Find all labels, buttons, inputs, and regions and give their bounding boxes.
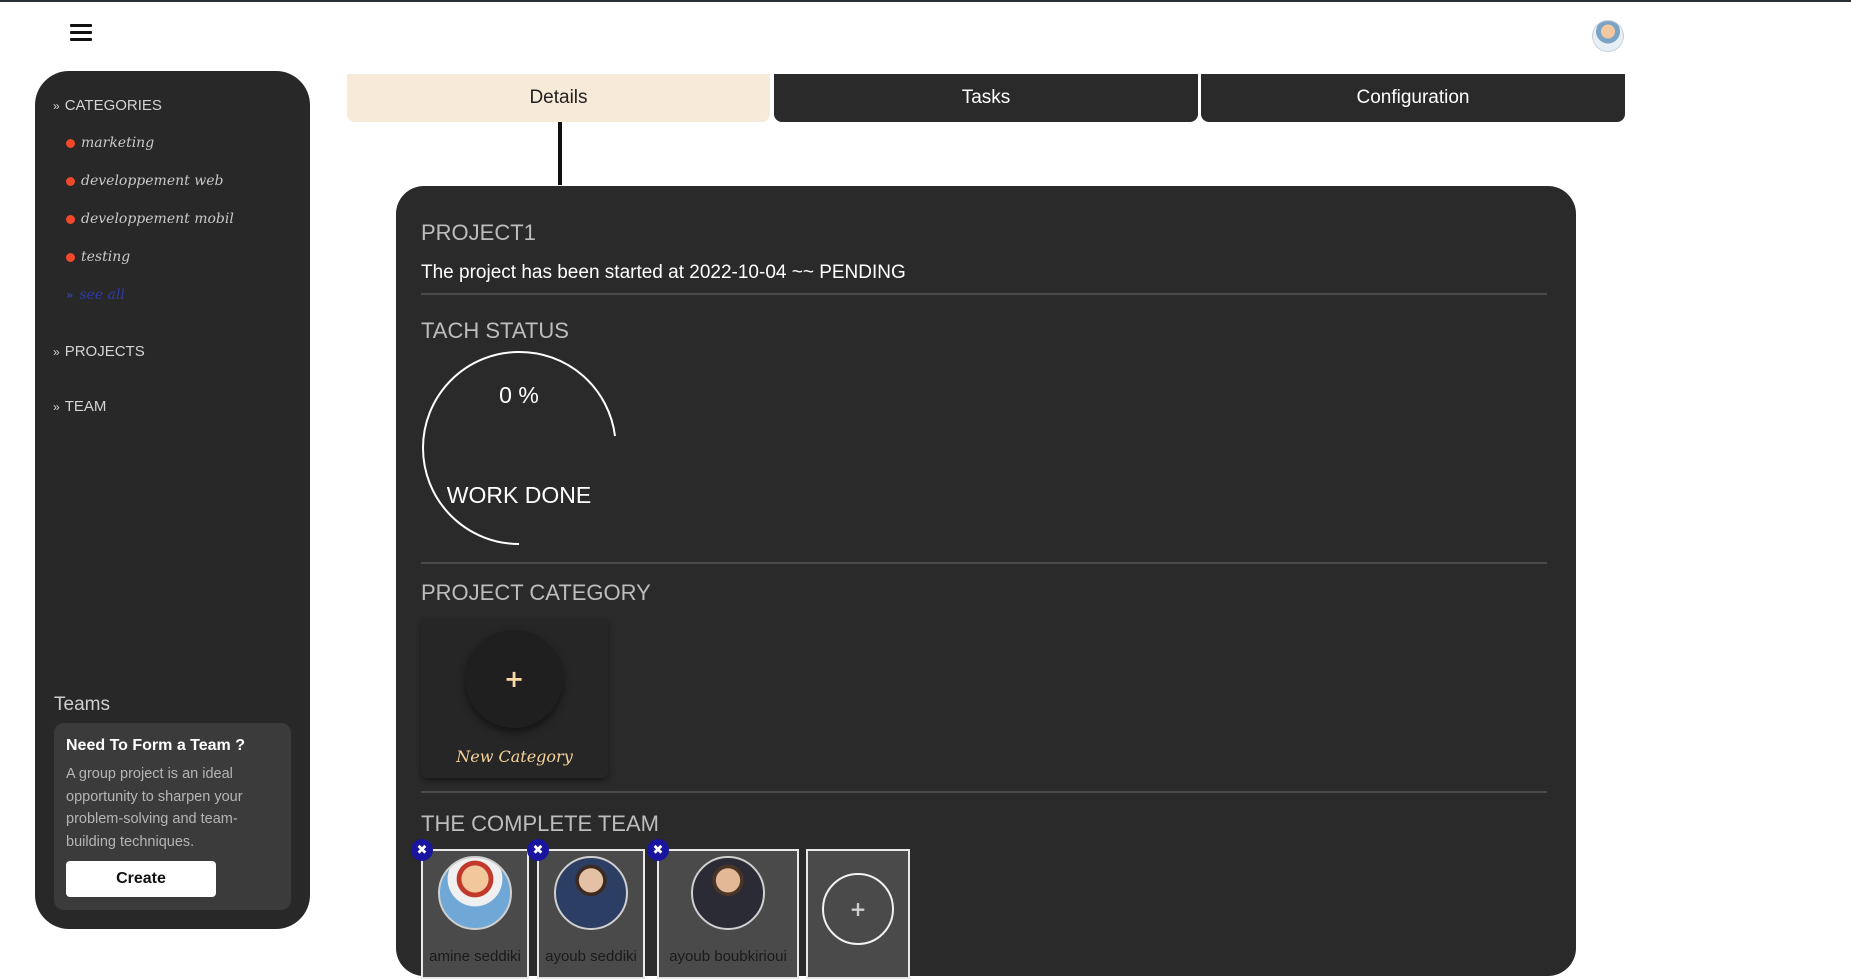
divider (421, 562, 1547, 564)
progress-label: WORK DONE (446, 482, 592, 508)
divider (421, 791, 1547, 793)
new-category-label: New Category (456, 747, 573, 766)
team-member-card[interactable]: ✖ amine seddiki (411, 839, 529, 979)
category-dot-icon (66, 138, 75, 148)
member-name: amine seddiki (429, 948, 521, 965)
category-dot-icon (66, 176, 75, 186)
project-status-line: The project has been started at 2022-10-… (421, 262, 906, 283)
remove-member-icon[interactable]: ✖ (411, 839, 433, 861)
member-avatar (438, 856, 512, 930)
tab-connector (558, 122, 562, 185)
double-chevron-right-icon: » (66, 288, 74, 302)
categories-header[interactable]: » CATEGORIES (53, 97, 162, 114)
remove-member-icon[interactable]: ✖ (647, 839, 669, 861)
add-member-plus-icon[interactable]: + (822, 873, 894, 945)
plus-icon[interactable]: + (465, 630, 563, 728)
sidebar-item-marketing[interactable]: marketing (66, 135, 154, 151)
progress-ring: 0 % WORK DONE (421, 350, 617, 546)
teams-card-text: A group project is an ideal opportunity … (66, 766, 243, 850)
team-section-title: THE COMPLETE TEAM (421, 811, 659, 836)
teams-card: Need To Form a Team ? A group project is… (54, 723, 291, 910)
chevron-down-icon: » (53, 98, 60, 113)
double-chevron-right-icon: » (53, 399, 60, 414)
tab-tasks[interactable]: Tasks (774, 74, 1198, 122)
double-chevron-right-icon: » (53, 344, 60, 359)
divider (421, 293, 1547, 295)
team-header[interactable]: » TEAM (53, 398, 106, 415)
sidebar: » CATEGORIES marketing developpement web… (35, 71, 310, 929)
member-name: ayoub boubkirioui (669, 948, 787, 965)
category-dot-icon (66, 252, 75, 262)
category-dot-icon (66, 214, 75, 224)
team-member-card[interactable]: ✖ ayoub seddiki (527, 839, 645, 979)
category-section-title: PROJECT CATEGORY (421, 580, 651, 605)
teams-title: Teams (54, 694, 110, 715)
team-member-card[interactable]: ✖ ayoub boubkirioui (647, 839, 799, 979)
new-category-card[interactable]: + New Category (421, 618, 608, 778)
progress-percent: 0 % (499, 382, 539, 408)
progress-ring-icon (422, 350, 616, 545)
member-name: ayoub seddiki (545, 948, 637, 965)
add-member-card[interactable]: + (806, 849, 910, 979)
member-avatar (691, 856, 765, 930)
sidebar-item-mobile[interactable]: developpement mobil (66, 211, 234, 227)
status-section-title: TACH STATUS (421, 318, 569, 343)
projects-header[interactable]: » PROJECTS (53, 343, 145, 360)
sidebar-item-testing[interactable]: testing (66, 249, 130, 265)
hamburger-icon[interactable] (70, 24, 92, 42)
tab-configuration[interactable]: Configuration (1201, 74, 1625, 122)
remove-member-icon[interactable]: ✖ (527, 839, 549, 861)
teams-card-heading: Need To Form a Team ? (66, 737, 245, 754)
user-avatar[interactable] (1592, 20, 1624, 52)
create-team-button[interactable]: Create (66, 861, 216, 897)
sidebar-item-web[interactable]: developpement web (66, 173, 223, 189)
project-details-panel: PROJECT1 The project has been started at… (396, 186, 1576, 979)
see-all-link[interactable]: » see all (66, 287, 125, 303)
tab-details[interactable]: Details (347, 74, 770, 122)
member-avatar (554, 856, 628, 930)
project-name: PROJECT1 (421, 220, 536, 245)
